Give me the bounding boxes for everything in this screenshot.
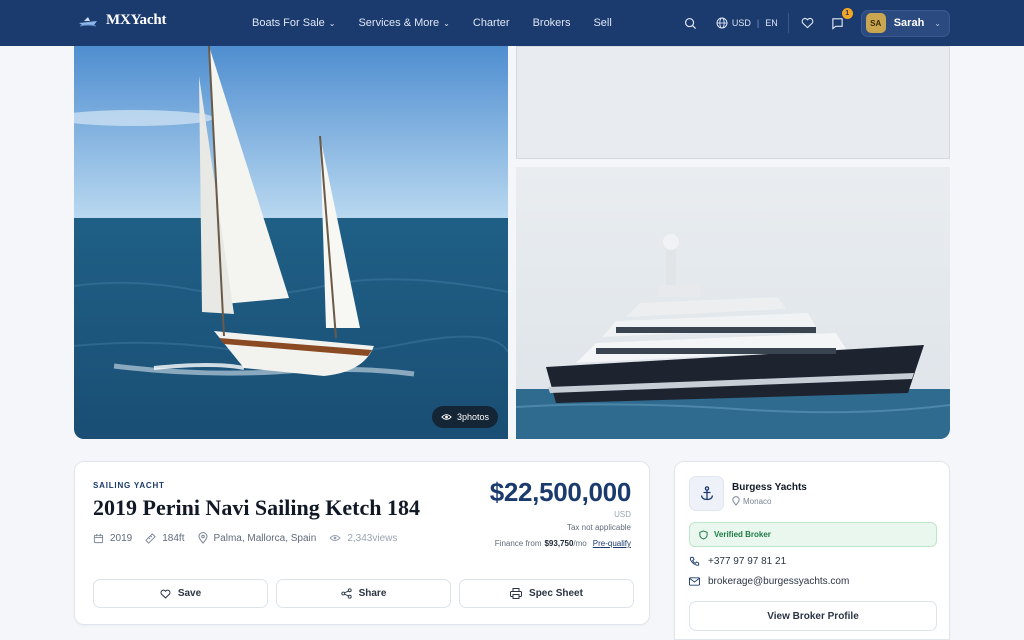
listing-meta: 2019 184ft Palma, Mallorca, Spain 2,343v… [93, 532, 410, 544]
menu-services-more[interactable]: Services & More ⌄ [358, 17, 449, 29]
photo-count-badge[interactable]: 3photos [432, 406, 499, 428]
meta-year-value: 2019 [110, 532, 133, 544]
eye-icon [441, 414, 452, 420]
menu-boats-for-sale[interactable]: Boats For Sale ⌄ [252, 17, 335, 29]
broker-location-value: Monaco [743, 496, 772, 506]
save-button[interactable]: Save [93, 579, 268, 608]
finance-info: Finance from $93,750 /mo Pre-qualify [495, 539, 631, 548]
main-photo-sailing-yacht[interactable]: 3photos [74, 46, 508, 439]
price-currency: USD [614, 510, 631, 519]
verified-label: Verified Broker [714, 530, 771, 539]
save-label: Save [177, 588, 202, 599]
menu-sell[interactable]: Sell [593, 17, 611, 29]
notification-badge: 1 [841, 8, 853, 19]
finance-prefix: Finance from [494, 539, 542, 548]
prequalify-link[interactable]: Pre-qualify [593, 539, 631, 548]
search-icon[interactable] [682, 14, 700, 32]
currency-label: USD [731, 18, 751, 28]
meta-length: 184ft [145, 532, 185, 544]
chat-icon [832, 17, 843, 30]
finance-suffix: /mo [573, 539, 587, 548]
meta-views-value: 2,343views [347, 532, 398, 544]
listing-actions: Save Share Spec Sheet [93, 579, 634, 608]
user-menu[interactable]: SA Sarah ⌄ [860, 9, 950, 37]
listing-title: 2019 Perini Navi Sailing Ketch 184 [93, 495, 420, 520]
divider: | [756, 18, 760, 28]
locale-switcher[interactable]: USD | EN [716, 17, 778, 29]
share-label: Share [358, 588, 387, 599]
shield-icon [699, 529, 708, 540]
chevron-down-icon: ⌄ [934, 18, 941, 28]
broker-logo [689, 476, 724, 511]
heart-icon [160, 589, 171, 599]
spec-sheet-button[interactable]: Spec Sheet [459, 579, 634, 608]
menu-label: Sell [593, 17, 612, 29]
meta-location: Palma, Mallorca, Spain [197, 532, 317, 544]
mail-icon [689, 577, 700, 586]
calendar-icon [93, 533, 104, 543]
photo-count-label: 3photos [457, 412, 490, 422]
menu-charter[interactable]: Charter [473, 17, 510, 29]
map-pin-icon [197, 532, 208, 544]
heart-icon[interactable] [799, 14, 817, 32]
listing-price: $22,500,000 [489, 477, 632, 507]
logo-text: MXYacht [106, 12, 167, 28]
photo-placeholder[interactable] [516, 46, 950, 159]
phone-icon [689, 556, 700, 566]
messages-button[interactable]: 1 [829, 8, 853, 32]
listing-summary-card: SAILING YACHT 2019 Perini Navi Sailing K… [74, 461, 650, 625]
eye-icon [329, 535, 342, 541]
view-broker-profile-button[interactable]: View Broker Profile [689, 601, 937, 631]
top-navbar: MXYacht Boats For Sale ⌄ Services & More… [0, 0, 1024, 46]
broker-email-value: brokerage@burgessyachts.com [708, 576, 850, 587]
menu-label: Brokers [532, 17, 571, 29]
chevron-down-icon: ⌄ [443, 18, 450, 28]
broker-phone-value: +377 97 97 81 21 [708, 556, 787, 567]
meta-views: 2,343views [329, 533, 397, 544]
finance-amount: $93,750 [544, 539, 574, 548]
ruler-icon [145, 532, 156, 544]
broker-email[interactable]: brokerage@burgessyachts.com [689, 576, 849, 587]
chevron-down-icon: ⌄ [328, 18, 336, 28]
tax-note: Tax not applicable [566, 523, 631, 532]
broker-phone[interactable]: +377 97 97 81 21 [689, 556, 786, 567]
menu-label: Boats For Sale [252, 17, 325, 29]
meta-location-value: Palma, Mallorca, Spain [213, 532, 317, 544]
anchor-icon [700, 486, 713, 501]
globe-icon [716, 17, 728, 29]
meta-year: 2019 [93, 533, 132, 544]
meta-length-value: 184ft [162, 532, 185, 544]
share-button[interactable]: Share [276, 579, 451, 608]
broker-location: Monaco [732, 496, 771, 506]
language-label: EN [765, 18, 778, 28]
printer-icon [510, 588, 523, 599]
map-pin-icon [732, 496, 740, 506]
photo-gallery: 3photos [74, 46, 950, 439]
menu-label: Charter [472, 17, 510, 29]
share-icon [340, 588, 352, 599]
divider [787, 13, 789, 33]
main-menu: Boats For Sale ⌄ Services & More ⌄ Chart… [252, 0, 635, 46]
spec-sheet-label: Spec Sheet [529, 588, 583, 599]
broker-card: Burgess Yachts Monaco Verified Broker +3… [674, 461, 950, 640]
avatar: SA [865, 13, 886, 33]
user-name: Sarah [893, 17, 925, 29]
photo-motor-yacht[interactable] [516, 167, 950, 439]
menu-label: Services & More [358, 17, 440, 29]
logo[interactable]: MXYacht [78, 12, 166, 29]
verified-broker-badge: Verified Broker [689, 522, 937, 547]
yacht-logo-icon [79, 16, 97, 26]
listing-category: SAILING YACHT [93, 481, 165, 490]
nav-actions: USD | EN 1 SA Sarah ⌄ [682, 0, 950, 46]
menu-brokers[interactable]: Brokers [533, 17, 571, 29]
broker-name[interactable]: Burgess Yachts [732, 482, 807, 493]
